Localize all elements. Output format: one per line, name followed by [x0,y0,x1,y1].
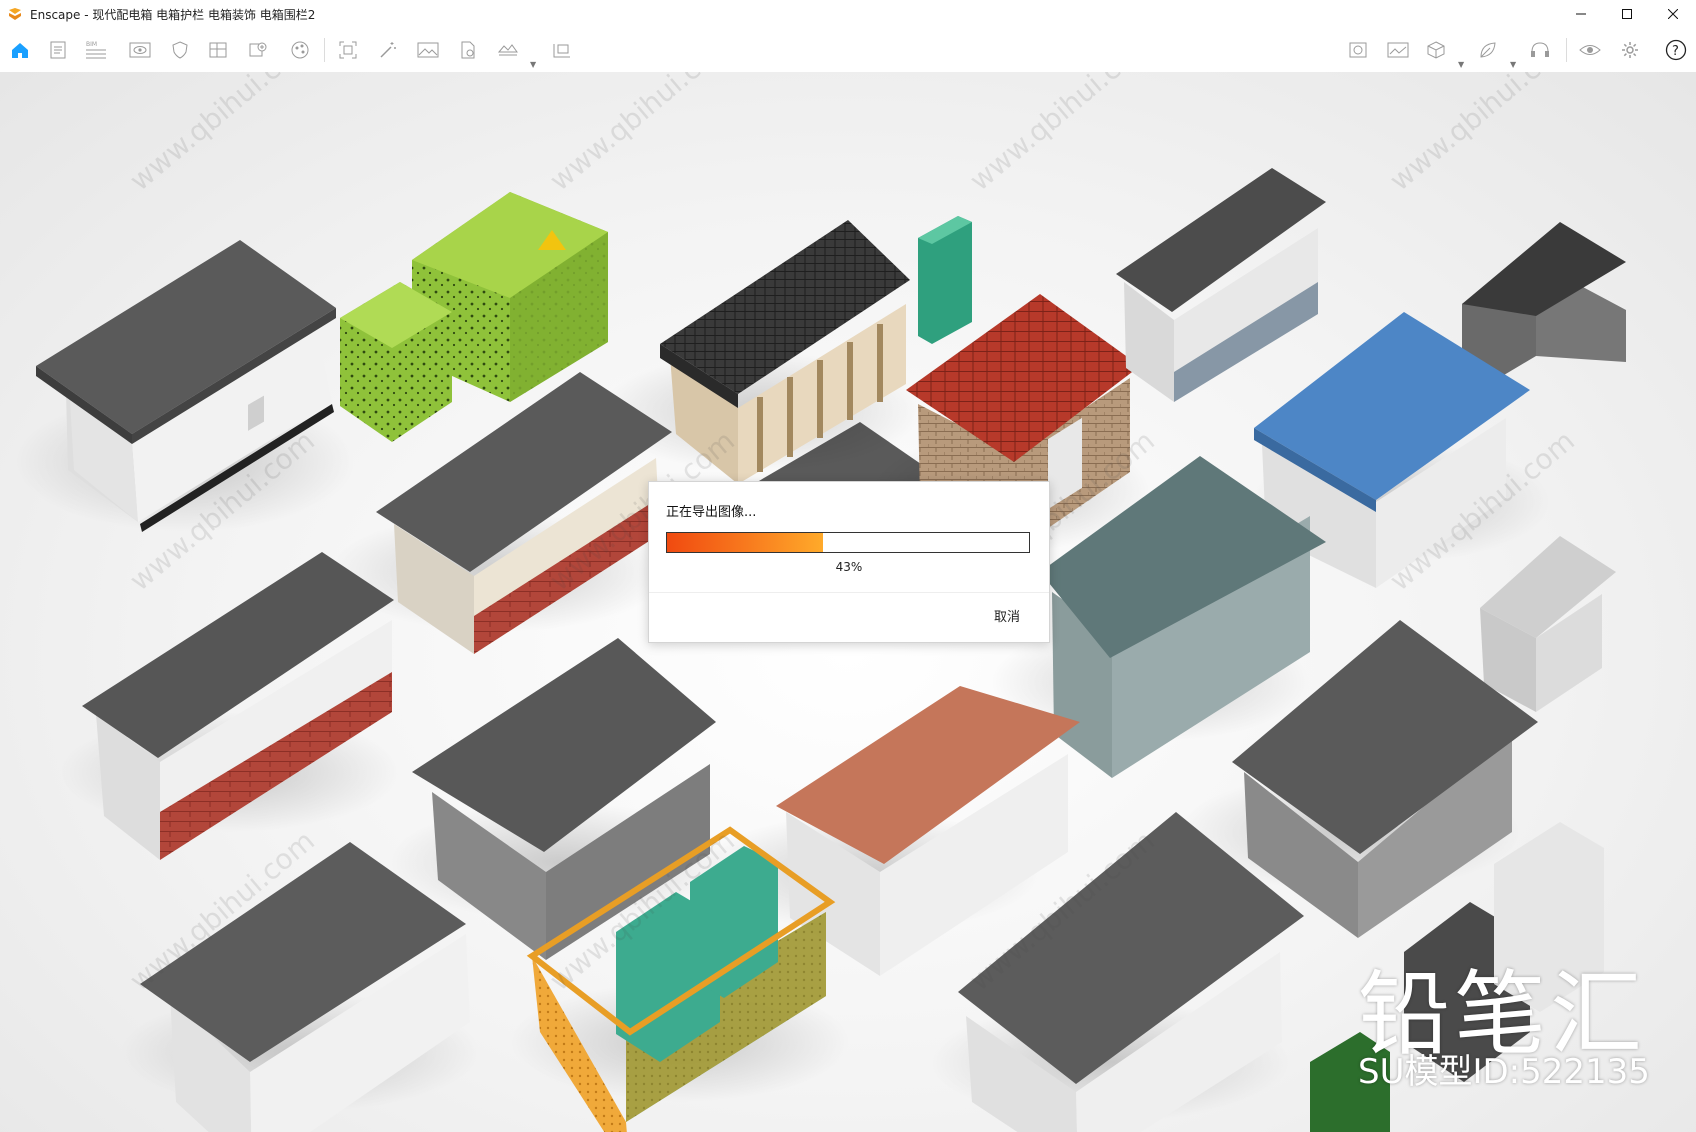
dialog-divider [649,592,1049,593]
bim-list-icon: BIM [86,41,106,59]
model-id-watermark: SU模型ID:522135 [1358,1052,1650,1092]
toolbar-separator [324,38,325,62]
substation-box [1116,168,1326,402]
render-button[interactable] [496,38,520,62]
capture-button[interactable] [1346,38,1370,62]
add-asset-button[interactable] [246,38,270,62]
grid-tool-button[interactable] [206,38,230,62]
close-icon [1668,9,1678,19]
shield-icon [172,41,188,59]
close-button[interactable] [1650,0,1696,28]
title-bar: Enscape - 现代配电箱 电箱护栏 电箱装饰 电箱围栏2 [0,0,1696,28]
document-icon [50,41,66,59]
help-icon: ? [1665,39,1687,61]
leaf-icon [1480,42,1496,58]
light-cabinet [1480,536,1616,712]
progress-percent: 43% [835,560,863,574]
cube-dropdown-icon[interactable]: ▼ [1458,60,1464,69]
view-eye-icon [129,42,151,58]
leaf-button[interactable] [1476,38,1500,62]
view-button[interactable] [128,38,152,62]
grid-tool-icon [209,42,227,58]
capture-icon [1349,42,1367,58]
headset-button[interactable] [1528,38,1552,62]
add-asset-icon [249,42,267,57]
svg-text:?: ? [1672,44,1679,59]
file-export-icon [461,41,475,59]
progress-bar [666,532,1030,553]
headset-icon [1531,42,1549,57]
document-button[interactable] [46,38,70,62]
maximize-icon [1622,9,1632,19]
dialog-title: 正在导出图像... [666,505,757,520]
render-icon [497,44,518,56]
image-icon [417,42,439,58]
gallery-button[interactable] [1386,38,1410,62]
magic-wand-button[interactable] [376,38,400,62]
palette-button[interactable] [288,38,312,62]
home-button[interactable] [8,38,32,62]
cancel-button[interactable]: 取消 [979,602,1035,628]
screenshot-button[interactable] [336,38,360,62]
magic-wand-icon [380,42,396,58]
panorama-button[interactable] [550,38,574,62]
export-progress-dialog: 正在导出图像... 43% 取消 [648,481,1050,643]
teal-cabinet [918,216,972,344]
image-button[interactable] [416,38,440,62]
maximize-button[interactable] [1604,0,1650,28]
leaf-dropdown-icon[interactable]: ▼ [1510,60,1516,69]
shield-button[interactable] [168,38,192,62]
render-dropdown-icon[interactable]: ▼ [530,60,536,69]
visibility-button[interactable] [1578,38,1602,62]
progress-fill [667,533,823,552]
settings-button[interactable] [1618,38,1642,62]
file-export-button[interactable] [456,38,480,62]
brick-panel-substation [60,552,400,860]
visibility-icon [1579,45,1601,55]
toolbar-separator [1566,38,1567,62]
substation-box [15,240,355,532]
minimize-button[interactable] [1558,0,1604,28]
bim-label: BIM [86,41,97,48]
help-button[interactable]: ? [1664,38,1688,62]
screenshot-icon [339,41,357,59]
home-icon [12,43,28,58]
enscape-logo-icon [9,8,21,20]
cube-icon [1427,41,1445,59]
gallery-icon [1387,42,1409,58]
window-controls [1558,0,1696,28]
panorama-icon [553,44,570,58]
minimize-icon [1576,13,1586,15]
settings-icon [1622,42,1638,58]
cube-button[interactable] [1424,38,1448,62]
palette-icon [291,41,309,59]
bim-button[interactable]: BIM [84,38,108,62]
window-title: Enscape - 现代配电箱 电箱护栏 电箱装饰 电箱围栏2 [30,7,316,22]
toolbar: BIM ▼ ▼ ▼ ? [0,28,1696,73]
